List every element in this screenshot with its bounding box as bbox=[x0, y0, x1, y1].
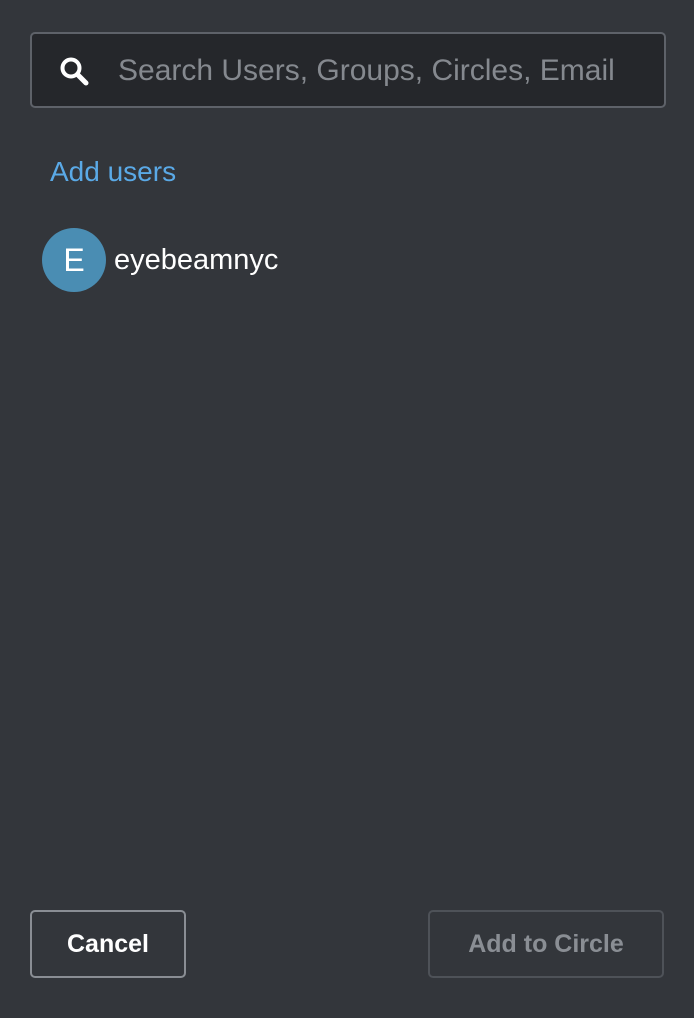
search-icon bbox=[58, 55, 92, 89]
user-list-item: E eyebeamnyc bbox=[42, 228, 278, 292]
avatar: E bbox=[42, 228, 106, 292]
search-input[interactable] bbox=[118, 46, 628, 96]
user-name: eyebeamnyc bbox=[114, 243, 279, 276]
add-users-link[interactable]: Add users bbox=[50, 154, 176, 190]
search-box[interactable] bbox=[30, 32, 666, 108]
cancel-button[interactable]: Cancel bbox=[30, 910, 186, 978]
add-to-circle-button[interactable]: Add to Circle bbox=[428, 910, 664, 978]
